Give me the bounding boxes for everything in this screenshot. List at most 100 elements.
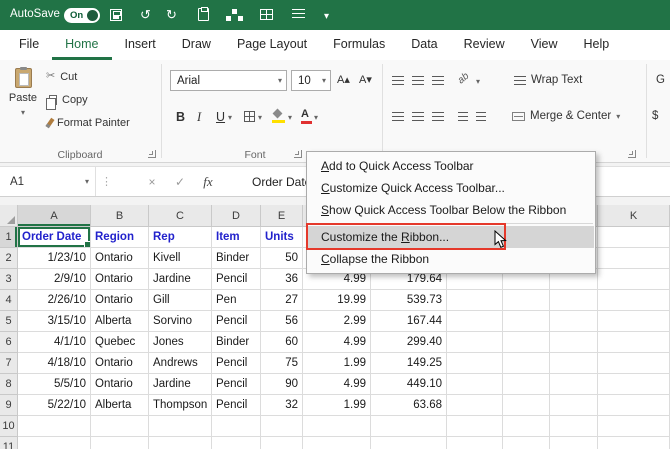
merge-center-caret-icon[interactable]: ▾ [616,112,620,121]
cell-K7[interactable] [598,353,670,374]
cell-H4[interactable] [447,290,503,311]
wrap-text-button[interactable]: Wrap Text [514,74,582,86]
row-header-3[interactable]: 3 [0,269,18,290]
fill-color-caret-icon[interactable]: ▾ [288,113,292,122]
cell-A2[interactable]: 1/23/10 [18,248,91,269]
cell-D10[interactable] [212,416,261,437]
borders-icon[interactable] [244,111,255,122]
cell-G7[interactable]: 149.25 [371,353,447,374]
cell-J7[interactable] [550,353,598,374]
cell-B4[interactable]: Ontario [91,290,149,311]
cell-E1[interactable]: Units [261,227,303,248]
column-header-D[interactable]: D [212,205,261,227]
cell-K10[interactable] [598,416,670,437]
row-header-1[interactable]: 1 [0,227,18,248]
align-right-icon[interactable] [432,112,444,121]
cell-E6[interactable]: 60 [261,332,303,353]
font-color-caret-icon[interactable]: ▾ [314,113,318,122]
cell-C10[interactable] [149,416,212,437]
copy-button[interactable]: Copy [46,91,88,110]
font-size-caret-icon[interactable]: ▾ [322,76,326,85]
cell-C11[interactable] [149,437,212,449]
cell-J6[interactable] [550,332,598,353]
cell-C3[interactable]: Jardine [149,269,212,290]
cell-J9[interactable] [550,395,598,416]
cell-D4[interactable]: Pen [212,290,261,311]
increase-indent-icon[interactable] [476,112,486,121]
flowchart-icon[interactable] [226,9,237,21]
tab-data[interactable]: Data [398,30,450,60]
cell-H7[interactable] [447,353,503,374]
column-header-E[interactable]: E [261,205,303,227]
cell-A5[interactable]: 3/15/10 [18,311,91,332]
qat-customize-caret-icon[interactable]: ▾ [324,10,329,24]
cell-H6[interactable] [447,332,503,353]
row-header-11[interactable]: 11 [0,437,18,449]
column-header-C[interactable]: C [149,205,212,227]
row-header-9[interactable]: 9 [0,395,18,416]
cell-A3[interactable]: 2/9/10 [18,269,91,290]
cell-K9[interactable] [598,395,670,416]
cell-B2[interactable]: Ontario [91,248,149,269]
cell-G4[interactable]: 539.73 [371,290,447,311]
align-left-icon[interactable] [392,112,404,121]
merge-center-button[interactable]: Merge & Center ▾ [512,110,620,122]
cell-F6[interactable]: 4.99 [303,332,371,353]
cell-F10[interactable] [303,416,371,437]
cell-J5[interactable] [550,311,598,332]
table-icon[interactable] [260,9,273,20]
cell-G8[interactable]: 449.10 [371,374,447,395]
cell-E2[interactable]: 50 [261,248,303,269]
cell-K11[interactable] [598,437,670,449]
paste-dropdown-icon[interactable]: ▾ [21,108,25,117]
tab-formulas[interactable]: Formulas [320,30,398,60]
cell-D1[interactable]: Item [212,227,261,248]
menu-item-customize-quick-access-toolbar[interactable]: Customize Quick Access Toolbar... [308,177,594,199]
cell-H10[interactable] [447,416,503,437]
row-header-7[interactable]: 7 [0,353,18,374]
cell-E11[interactable] [261,437,303,449]
cell-B10[interactable] [91,416,149,437]
cell-E3[interactable]: 36 [261,269,303,290]
save-icon[interactable] [110,9,122,21]
font-dialog-launcher-icon[interactable] [294,150,302,158]
cell-F9[interactable]: 1.99 [303,395,371,416]
cell-A7[interactable]: 4/18/10 [18,353,91,374]
cancel-icon[interactable]: × [138,175,166,189]
cell-B7[interactable]: Ontario [91,353,149,374]
row-header-2[interactable]: 2 [0,248,18,269]
cell-B8[interactable]: Ontario [91,374,149,395]
top-align-icon[interactable] [392,76,404,85]
cell-K2[interactable] [598,248,670,269]
cell-B1[interactable]: Region [91,227,149,248]
cell-K3[interactable] [598,269,670,290]
cut-button[interactable]: ✂ Cut [46,68,77,85]
cell-K5[interactable] [598,311,670,332]
cell-I7[interactable] [503,353,550,374]
cell-A4[interactable]: 2/26/10 [18,290,91,311]
font-color-icon[interactable]: A [301,109,312,124]
row-header-5[interactable]: 5 [0,311,18,332]
cell-K4[interactable] [598,290,670,311]
font-size-combo[interactable]: 10 ▾ [291,70,331,91]
cell-G10[interactable] [371,416,447,437]
cell-J11[interactable] [550,437,598,449]
cell-B5[interactable]: Alberta [91,311,149,332]
borders-caret-icon[interactable]: ▾ [258,113,262,122]
cell-A6[interactable]: 4/1/10 [18,332,91,353]
menu-item-show-quick-access-toolbar-below-the-ribbon[interactable]: Show Quick Access Toolbar Below the Ribb… [308,199,594,221]
cell-K1[interactable] [598,227,670,248]
clipboard-dialog-launcher-icon[interactable] [148,150,156,158]
cell-E8[interactable]: 90 [261,374,303,395]
underline-button[interactable]: U [216,108,225,126]
cell-J10[interactable] [550,416,598,437]
align-center-icon[interactable] [412,112,424,121]
tab-home[interactable]: Home [52,30,111,60]
row-header-6[interactable]: 6 [0,332,18,353]
cell-C9[interactable]: Thompson [149,395,212,416]
cell-E4[interactable]: 27 [261,290,303,311]
cell-B9[interactable]: Alberta [91,395,149,416]
cell-G5[interactable]: 167.44 [371,311,447,332]
tab-page-layout[interactable]: Page Layout [224,30,320,60]
format-painter-button[interactable]: Format Painter [45,114,130,131]
